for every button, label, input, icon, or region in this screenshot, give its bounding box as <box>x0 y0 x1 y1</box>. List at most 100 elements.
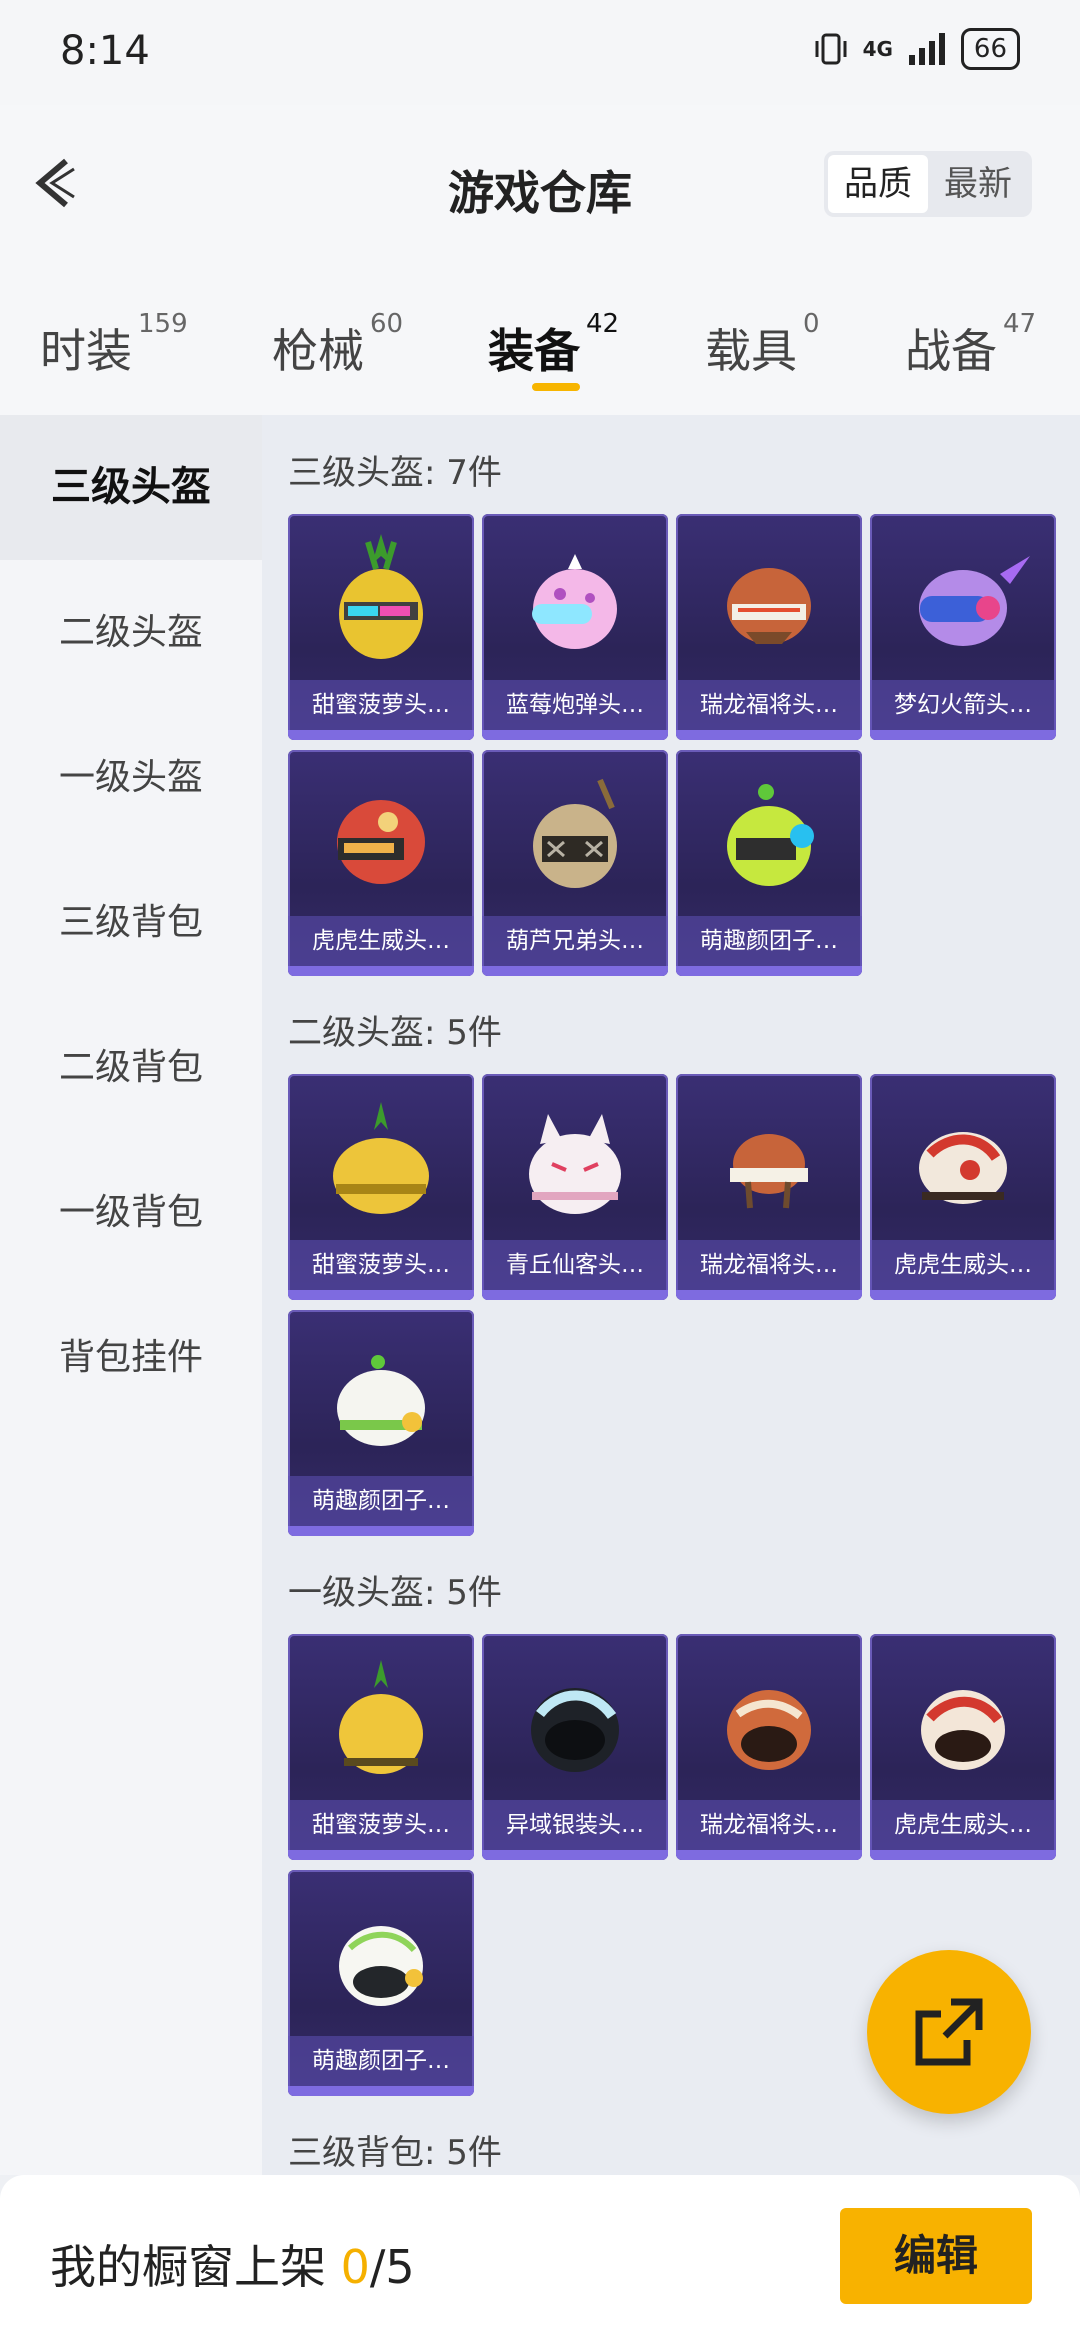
tab-label: 时装 <box>40 324 132 378</box>
tab-label: 战备 <box>905 324 997 378</box>
rarity-bar <box>870 1290 1056 1300</box>
showcase-current-count: 0 <box>340 2240 370 2294</box>
tiger-helmet-icon <box>921 1690 1005 1770</box>
section-title: 三级头盔: 7件 <box>288 453 502 493</box>
item-card[interactable]: 异域银装头… <box>482 1634 668 1860</box>
blueberry-helmet-icon <box>532 554 617 649</box>
item-label: 甜蜜菠萝头… <box>288 1800 474 1850</box>
silver-helmet-icon <box>531 1688 619 1772</box>
cute-dumpling-helmet-icon <box>727 784 814 886</box>
category-tabs: 时装 159 枪械 60 装备 42 载具 0 战备 47 <box>0 255 1080 415</box>
item-card[interactable]: 瑞龙福将头… <box>676 1634 862 1860</box>
item-card[interactable]: 萌趣颜团子… <box>288 1310 474 1536</box>
sort-quality[interactable]: 品质 <box>828 155 928 213</box>
item-label: 虎虎生威头… <box>870 1240 1056 1290</box>
item-label: 异域银装头… <box>482 1800 668 1850</box>
item-card[interactable]: 萌趣颜团子… <box>676 750 862 976</box>
sidebar-item-backpack-charm[interactable]: 背包挂件 <box>0 1285 262 1430</box>
rarity-bar <box>870 730 1056 740</box>
tab-count: 60 <box>370 309 404 339</box>
page-header: 游戏仓库 品质 最新 <box>0 105 1080 255</box>
item-label: 蓝莓炮弹头… <box>482 680 668 730</box>
item-card[interactable]: 梦幻火箭头… <box>870 514 1056 740</box>
item-label: 萌趣颜团子… <box>288 1476 474 1526</box>
item-card[interactable]: 瑞龙福将头… <box>676 1074 862 1300</box>
tab-guns[interactable]: 枪械 60 <box>272 309 403 381</box>
item-label: 瑞龙福将头… <box>676 1240 862 1290</box>
rarity-bar <box>288 1526 474 1536</box>
rocket-helmet-icon <box>919 556 1030 646</box>
item-card[interactable]: 虎虎生威头… <box>288 750 474 976</box>
sort-toggle: 品质 最新 <box>824 151 1032 217</box>
item-label: 青丘仙客头… <box>482 1240 668 1290</box>
tab-vehicles[interactable]: 载具 0 <box>705 309 820 381</box>
external-link-icon <box>915 1998 983 2066</box>
tab-count: 42 <box>586 309 620 339</box>
tab-fashion[interactable]: 时装 159 <box>40 309 188 381</box>
item-card[interactable]: 青丘仙客头… <box>482 1074 668 1300</box>
sidebar-item-level3-backpack[interactable]: 三级背包 <box>0 850 262 995</box>
sidebar-item-level3-helmet[interactable]: 三级头盔 <box>0 415 262 560</box>
tiger-helmet-icon <box>919 1132 1007 1204</box>
rarity-bar <box>870 1850 1056 1860</box>
section-title: 二级头盔: 5件 <box>288 1013 502 1053</box>
rarity-bar <box>676 730 862 740</box>
item-card[interactable]: 虎虎生威头… <box>870 1074 1056 1300</box>
dragon-helmet-icon <box>727 568 811 644</box>
item-card[interactable]: 萌趣颜团子… <box>288 1870 474 2096</box>
item-card[interactable]: 虎虎生威头… <box>870 1634 1056 1860</box>
edit-button[interactable]: 编辑 <box>840 2208 1032 2304</box>
cute-dumpling-helmet-icon <box>339 1926 423 2006</box>
rarity-bar <box>288 2086 474 2096</box>
item-card[interactable]: 甜蜜菠萝头… <box>288 1634 474 1860</box>
status-icons: 4G 66 <box>813 28 1020 70</box>
rarity-bar <box>288 1290 474 1300</box>
item-card[interactable]: 甜蜜菠萝头… <box>288 1074 474 1300</box>
rarity-bar <box>482 1850 668 1860</box>
item-label: 葫芦兄弟头… <box>482 916 668 966</box>
pineapple-helmet-icon <box>333 1102 429 1214</box>
item-label: 萌趣颜团子… <box>288 2036 474 2086</box>
item-label: 甜蜜菠萝头… <box>288 1240 474 1290</box>
showcase-total: /5 <box>369 2240 415 2294</box>
tab-combat[interactable]: 战备 47 <box>905 309 1036 381</box>
rarity-bar <box>288 966 474 976</box>
item-label: 虎虎生威头… <box>288 916 474 966</box>
active-tab-indicator <box>532 383 580 391</box>
pineapple-helmet-icon <box>339 1660 423 1774</box>
status-bar: 8:14 4G 66 <box>0 0 1080 105</box>
rarity-bar <box>482 1290 668 1300</box>
sidebar-item-level2-helmet[interactable]: 二级头盔 <box>0 560 262 705</box>
status-time: 8:14 <box>60 28 150 74</box>
item-label: 瑞龙福将头… <box>676 680 862 730</box>
tab-equipment[interactable]: 装备 42 <box>488 309 619 381</box>
section-title: 三级背包: 5件 <box>288 2133 502 2173</box>
tab-label: 枪械 <box>272 324 364 378</box>
tab-count: 47 <box>1003 309 1037 339</box>
rarity-bar <box>676 1850 862 1860</box>
battery-indicator: 66 <box>960 28 1020 70</box>
item-card[interactable]: 瑞龙福将头… <box>676 514 862 740</box>
share-fab-button[interactable] <box>867 1950 1031 2114</box>
item-label: 瑞龙福将头… <box>676 1800 862 1850</box>
sort-newest[interactable]: 最新 <box>928 155 1028 213</box>
rarity-bar <box>288 1850 474 1860</box>
dragon-helmet-icon <box>727 1690 811 1770</box>
sidebar-item-level1-helmet[interactable]: 一级头盔 <box>0 705 262 850</box>
pineapple-helmet-icon <box>339 534 423 659</box>
item-card[interactable]: 蓝莓炮弹头… <box>482 514 668 740</box>
tiger-helmet-icon <box>337 800 425 884</box>
showcase-status: 我的橱窗上架 0/5 <box>50 2231 415 2297</box>
rarity-bar <box>482 966 668 976</box>
item-label: 甜蜜菠萝头… <box>288 680 474 730</box>
showcase-label: 我的橱窗上架 <box>50 2240 326 2294</box>
item-card[interactable]: 甜蜜菠萝头… <box>288 514 474 740</box>
sidebar-item-level1-backpack[interactable]: 一级背包 <box>0 1140 262 1285</box>
dragon-helmet-icon <box>730 1134 808 1209</box>
tab-label: 载具 <box>705 324 797 378</box>
sidebar-item-level2-backpack[interactable]: 二级背包 <box>0 995 262 1140</box>
bottom-bar: 我的橱窗上架 0/5 编辑 <box>0 2175 1080 2340</box>
rarity-bar <box>676 1290 862 1300</box>
item-label: 梦幻火箭头… <box>870 680 1056 730</box>
item-card[interactable]: 葫芦兄弟头… <box>482 750 668 976</box>
